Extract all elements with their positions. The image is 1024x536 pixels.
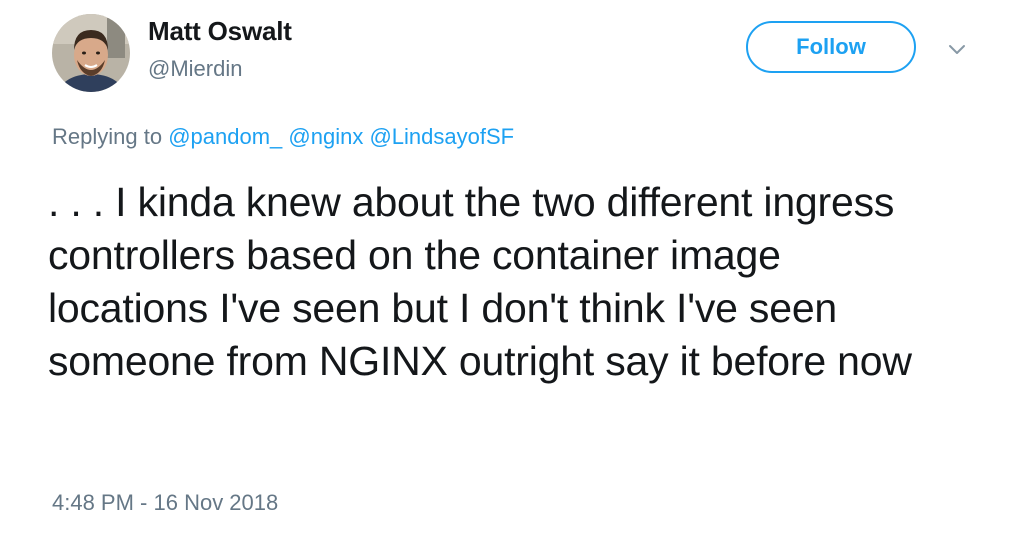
user-handle[interactable]: @Mierdin	[148, 56, 242, 82]
mention-link[interactable]: @LindsayofSF	[369, 124, 514, 149]
mention-link[interactable]: @pandom_	[168, 124, 282, 149]
replying-to: Replying to @pandom_ @nginx @LindsayofSF	[52, 124, 514, 150]
mention-link[interactable]: @nginx	[288, 124, 363, 149]
tweet-text: . . . I kinda knew about the two differe…	[48, 179, 912, 384]
follow-button[interactable]: Follow	[746, 21, 916, 73]
tweet-card: Matt Oswalt @Mierdin Follow Replying to …	[0, 0, 1024, 536]
timestamp[interactable]: 4:48 PM - 16 Nov 2018	[52, 490, 278, 516]
avatar[interactable]	[52, 14, 130, 92]
avatar-image	[52, 14, 130, 92]
display-name[interactable]: Matt Oswalt	[148, 16, 292, 47]
chevron-down-icon[interactable]	[944, 36, 970, 62]
replying-to-label: Replying to	[52, 124, 163, 149]
